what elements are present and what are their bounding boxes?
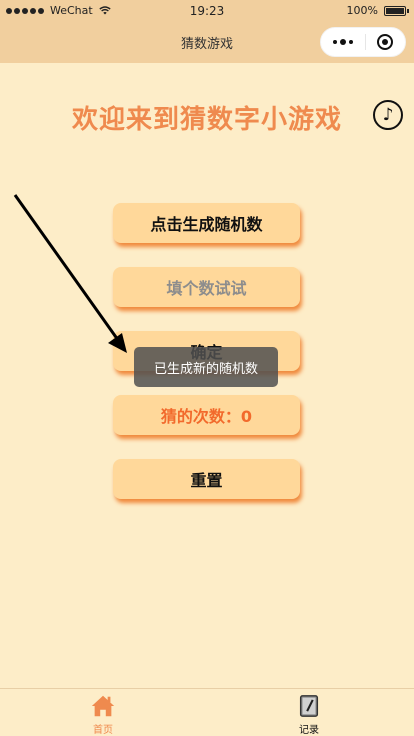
battery-percent: 100%: [346, 4, 378, 17]
generate-random-button[interactable]: 点击生成随机数: [113, 203, 300, 243]
guess-count-label: 猜的次数：0: [113, 395, 300, 435]
status-right: 100%: [346, 4, 409, 17]
tab-home-label: 首页: [93, 725, 113, 736]
status-bar: WeChat 19:23 100%: [0, 0, 414, 22]
more-menu-icon[interactable]: [333, 39, 353, 45]
tab-home[interactable]: 首页: [63, 693, 143, 736]
close-miniprogram-icon[interactable]: [377, 34, 393, 50]
guess-input[interactable]: 填个数试试: [113, 267, 300, 307]
capsule-divider: [364, 34, 366, 50]
home-icon: [91, 695, 115, 717]
music-note-icon: ♪: [382, 105, 394, 125]
reset-button[interactable]: 重置: [113, 459, 300, 499]
battery-icon: [384, 5, 409, 16]
tab-bar: 首页 记录: [0, 688, 414, 736]
miniprogram-capsule: [320, 27, 406, 57]
tab-record-label: 记录: [299, 725, 319, 736]
music-toggle-button[interactable]: ♪: [373, 100, 403, 130]
tab-record[interactable]: 记录: [269, 693, 349, 736]
notebook-icon: [299, 695, 319, 717]
top-bar: WeChat 19:23 100% 猜数游戏: [0, 0, 414, 63]
toast-message: 已生成新的随机数: [134, 347, 278, 387]
page-title: 欢迎来到猜数字小游戏: [71, 105, 342, 135]
